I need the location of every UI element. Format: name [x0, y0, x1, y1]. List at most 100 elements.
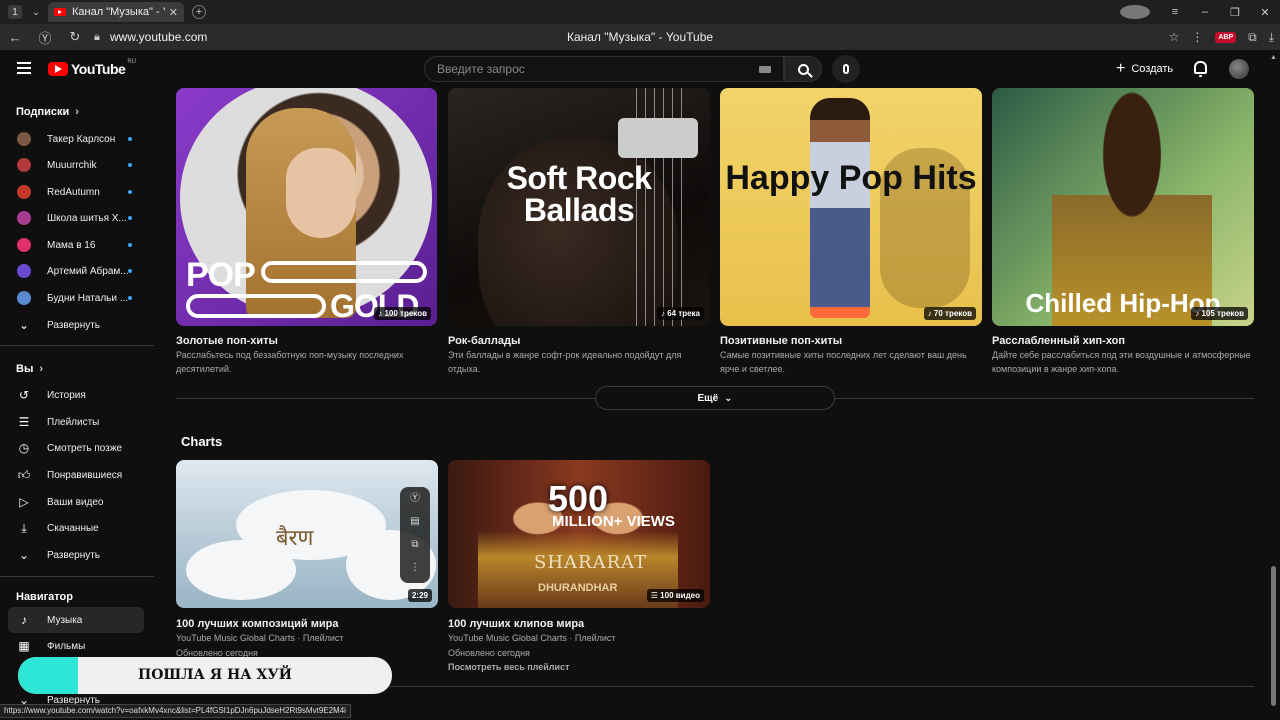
channel-name: Мама в 16 — [47, 239, 96, 251]
sidebar-item-label: Смотреть позже — [47, 442, 123, 454]
scroll-up-arrow-icon[interactable]: ▲ — [1270, 54, 1277, 61]
channel-name: Будни Натальи ... — [47, 292, 128, 304]
you-title: Вы — [16, 363, 34, 375]
yandex-icon[interactable]: Ⓨ — [30, 28, 60, 47]
close-icon[interactable]: ✕ — [169, 6, 178, 19]
sidebar-item-films[interactable]: ▦ Фильмы — [8, 633, 144, 659]
playlist-description: Дайте себе расслабиться под эти воздушны… — [992, 350, 1251, 374]
view-full-playlist-link[interactable]: Посмотреть весь плейлист — [448, 662, 569, 672]
pip-icon[interactable]: ⧉ — [400, 533, 430, 556]
address-bar-actions: ☆ ⋮ ABP ⧉ ⤓ — [1169, 24, 1274, 50]
window-controls: ≡ – ❐ ✕ — [1120, 0, 1280, 24]
chart-title[interactable]: 100 лучших композиций мира — [176, 618, 338, 630]
sidebar: Подписки › Такер Карлсон Muuurrchik RedAu… — [0, 88, 154, 720]
chart-channel[interactable]: YouTube Music Global Charts · Плейлист — [176, 633, 344, 643]
history-icon: ↺ — [18, 388, 30, 402]
track-count: 105 треков — [1201, 309, 1244, 318]
lock-icon[interactable]: 🔒︎ — [94, 31, 108, 44]
translate-icon[interactable]: ⧉ — [1248, 30, 1257, 45]
track-count-badge: ♪ 70 треков — [923, 307, 976, 320]
channel-avatar — [17, 238, 31, 252]
sidebar-item-liked[interactable]: 👍︎ Понравившиеся — [8, 462, 144, 488]
hamburger-menu-icon[interactable] — [17, 62, 31, 74]
download-icon[interactable]: ⤓ — [1269, 30, 1274, 45]
playlist-title[interactable]: Рок-баллады — [448, 335, 520, 347]
chevron-right-icon: › — [39, 363, 44, 375]
playlist-thumbnail-pop-gold[interactable]: POP GOLD ♪ 100 треков — [176, 88, 437, 326]
playlist-thumbnail-soft-rock[interactable]: Soft Rock Ballads ♪ 64 трека — [448, 88, 710, 326]
keyboard-icon[interactable] — [759, 66, 771, 73]
close-window-button[interactable]: ✕ — [1250, 6, 1280, 19]
chart-thumbnail-top-songs[interactable]: बैरण Ⓨ ▤ ⧉ ⋮ 2:29 — [176, 460, 438, 608]
sidebar-channel[interactable]: Такер Карлсон — [8, 126, 144, 152]
scrollbar-thumb[interactable] — [1271, 566, 1276, 706]
charts-section-title[interactable]: Charts — [181, 434, 222, 449]
sidebar-channel[interactable]: Артемий Абрам... — [8, 258, 144, 284]
playlist-title[interactable]: Позитивные поп-хиты — [720, 335, 842, 347]
status-bar-url: https://www.youtube.com/watch?v=oafxkMv4… — [0, 704, 351, 718]
track-count: 70 треков — [933, 309, 972, 318]
yandex-icon[interactable]: Ⓨ — [400, 487, 430, 510]
sidebar-channel[interactable]: Muuurrchik — [8, 152, 144, 178]
expand-label: Развернуть — [47, 319, 101, 331]
chart-title[interactable]: 100 лучших клипов мира — [448, 618, 584, 630]
voice-search-button[interactable] — [832, 55, 860, 83]
playlist-title[interactable]: Золотые поп-хиты — [176, 335, 278, 347]
show-more-button[interactable]: Ещё ⌄ — [595, 386, 835, 410]
create-button[interactable]: + Создать — [1108, 56, 1181, 82]
track-count: 64 трека — [667, 309, 700, 318]
add-to-queue-icon[interactable]: ▤ — [400, 510, 430, 533]
url-text[interactable]: www.youtube.com — [110, 30, 207, 44]
chevron-down-icon[interactable]: ⌄ — [30, 7, 42, 18]
sidebar-channel[interactable]: RedAutumn — [8, 179, 144, 205]
youtube-logo[interactable]: YouTube RU — [48, 59, 136, 77]
subscriptions-title: Подписки — [16, 106, 70, 118]
expand-you[interactable]: ⌄ Развернуть — [8, 542, 144, 568]
playlist-title[interactable]: Расслабленный хип-хоп — [992, 335, 1125, 347]
more-icon[interactable]: ⋮ — [1191, 30, 1203, 44]
search-box — [424, 56, 784, 82]
chart-channel[interactable]: YouTube Music Global Charts · Плейлист — [448, 633, 616, 643]
search-button[interactable] — [784, 56, 822, 82]
sidebar-item-your-videos[interactable]: ▷ Ваши видео — [8, 489, 144, 515]
maximize-button[interactable]: ❐ — [1220, 6, 1250, 19]
back-icon[interactable]: ← — [0, 30, 30, 45]
like-icon: 👍︎ — [17, 467, 31, 482]
chart-thumbnail-top-videos[interactable]: 500 MILLION+ VIEWS SHARARAT DHURANDHAR ☰… — [448, 460, 710, 608]
music-icon: ♪ — [21, 613, 27, 627]
expand-subscriptions[interactable]: ⌄ Развернуть — [8, 312, 144, 338]
channel-avatar — [17, 132, 31, 146]
bookmark-icon[interactable]: ☆ — [1169, 30, 1180, 44]
sidebar-item-playlists[interactable]: ☰ Плейлисты — [8, 409, 144, 435]
reload-icon[interactable]: ↻ — [60, 29, 90, 45]
playlist-thumbnail-chilled-hiphop[interactable]: Chilled Hip-Hop ♪ 105 треков — [992, 88, 1254, 326]
sidebar-item-history[interactable]: ↺ История — [8, 382, 144, 408]
channel-avatar — [17, 291, 31, 305]
new-content-dot — [128, 243, 132, 247]
sidebar-item-watch-later[interactable]: ◷ Смотреть позже — [8, 435, 144, 461]
playlist-description: Самые позитивные хиты последних лет сдел… — [720, 350, 967, 374]
search-input[interactable] — [437, 62, 737, 76]
sidebar-channel[interactable]: Мама в 16 — [8, 232, 144, 258]
subscriptions-header[interactable]: Подписки › — [0, 106, 79, 118]
more-vertical-icon[interactable]: ⋮ — [400, 556, 430, 579]
profile-icon[interactable] — [1120, 5, 1150, 19]
notifications-bell-icon[interactable] — [1194, 61, 1207, 77]
channel-name: Артемий Абрам... — [47, 265, 128, 277]
adblock-icon[interactable]: ABP — [1215, 31, 1237, 43]
create-label: Создать — [1131, 63, 1174, 75]
account-avatar[interactable] — [1229, 59, 1249, 79]
sidebar-channel[interactable]: Будни Натальи ... — [8, 285, 144, 311]
playlist-thumbnail-happy-pop[interactable]: Happy Pop Hits ♪ 70 треков — [720, 88, 982, 326]
menu-icon[interactable]: ≡ — [1160, 6, 1190, 18]
minimize-button[interactable]: – — [1190, 6, 1220, 18]
new-tab-button[interactable]: + — [192, 5, 206, 19]
sidebar-item-downloads[interactable]: ⤓ Скачанные — [8, 515, 144, 541]
browser-tab[interactable]: Канал "Музыка" - YouT ✕ — [48, 2, 184, 22]
sidebar-item-music[interactable]: ♪ Музыка — [8, 607, 144, 633]
you-header[interactable]: Вы › — [0, 363, 43, 375]
tab-counter[interactable]: 1 — [8, 5, 22, 19]
sidebar-channel[interactable]: Школа шитья Х... — [8, 205, 144, 231]
navigator-title: Навигатор — [16, 591, 73, 603]
guitar-pickup — [618, 118, 698, 158]
